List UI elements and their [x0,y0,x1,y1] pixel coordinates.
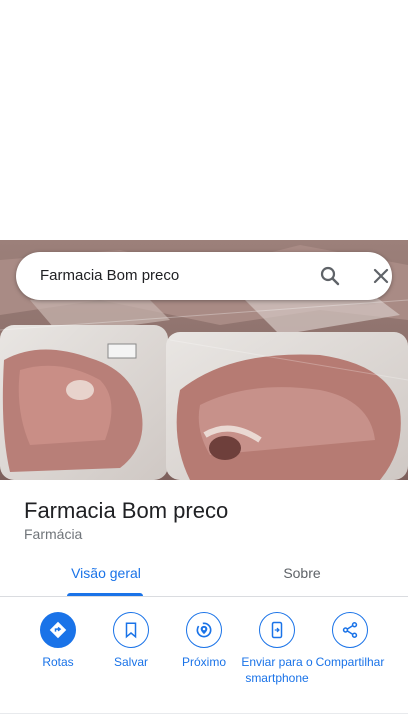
send-to-phone-button[interactable]: Enviar para o smartphone [238,612,316,686]
tab-overview[interactable]: Visão geral [52,550,160,596]
search-icon[interactable] [318,264,342,288]
send-to-phone-icon [259,612,295,648]
send-to-phone-label: Enviar para o smartphone [241,655,313,685]
tab-about[interactable]: Sobre [248,550,356,596]
search-bar[interactable]: Farmacia Bom preco [16,252,392,300]
place-category: Farmácia [24,526,83,542]
tab-overview-label: Visão geral [71,565,141,581]
nearby-button[interactable]: Próximo [165,612,243,670]
close-icon[interactable] [369,264,393,288]
nearby-label: Próximo [181,655,226,669]
bookmark-icon [113,612,149,648]
nearby-icon [186,612,222,648]
map-empty-area [0,0,408,240]
active-tab-indicator [67,593,143,596]
directions-label: Rotas [42,655,74,669]
share-button[interactable]: Compartilhar [311,612,389,670]
save-label: Salvar [113,655,148,669]
search-input[interactable]: Farmacia Bom preco [40,267,179,284]
share-label: Compartilhar [315,655,385,669]
tab-about-label: Sobre [283,565,321,581]
action-bar: Rotas Salvar Próximo Enviar para o smart… [0,598,408,714]
tab-bar: Visão geral Sobre [0,550,408,597]
save-button[interactable]: Salvar [92,612,170,670]
directions-icon [40,612,76,648]
place-title: Farmacia Bom preco [24,498,229,523]
directions-button[interactable]: Rotas [19,612,97,670]
share-icon [332,612,368,648]
